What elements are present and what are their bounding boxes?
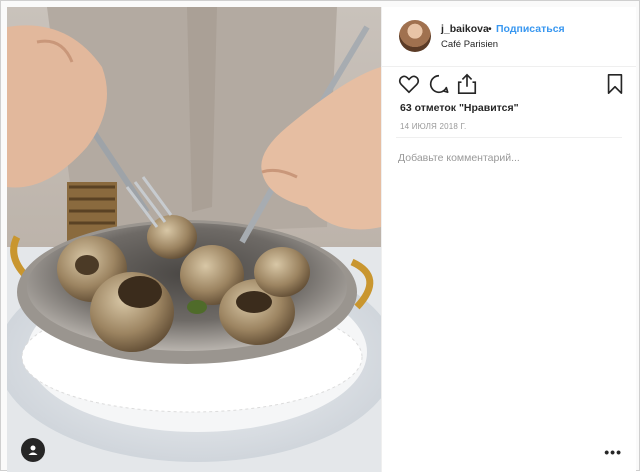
- comment-icon[interactable]: [428, 73, 450, 95]
- follow-button[interactable]: Подписаться: [496, 23, 565, 35]
- comment-input[interactable]: [398, 149, 620, 167]
- likes-count[interactable]: 63 отметок "Нравится": [400, 102, 519, 114]
- post-sidebar: j_baikova • Подписаться Café Parisien 63…: [381, 7, 636, 472]
- avatar[interactable]: [399, 20, 431, 52]
- more-options-button[interactable]: •••: [604, 444, 622, 460]
- bookmark-icon[interactable]: [604, 73, 626, 95]
- tagged-user-button[interactable]: [21, 438, 45, 462]
- action-bar: [398, 73, 624, 99]
- user-icon: [28, 445, 38, 455]
- heart-icon[interactable]: [398, 73, 420, 95]
- location-link[interactable]: Café Parisien: [441, 39, 498, 50]
- username-link[interactable]: j_baikova: [441, 23, 489, 35]
- post-header: j_baikova • Подписаться Café Parisien: [382, 7, 636, 67]
- divider: [396, 137, 622, 138]
- post-photo[interactable]: [7, 7, 381, 472]
- photo-escargot: [7, 7, 381, 472]
- share-icon[interactable]: [456, 73, 478, 95]
- post-modal: j_baikova • Подписаться Café Parisien 63…: [0, 0, 640, 472]
- separator-dot: •: [488, 23, 492, 35]
- post-date: 14 ИЮЛЯ 2018 Г.: [400, 122, 467, 131]
